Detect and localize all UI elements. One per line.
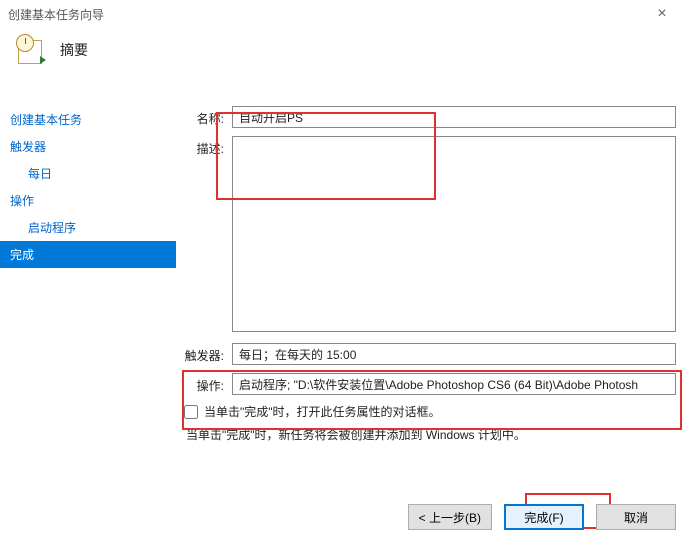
main-panel: 名称: 描述: 触发器: 操作: 当单击"完成"时，打开此任务属性的对话框。 当… <box>176 96 690 490</box>
back-button[interactable]: < 上一步(B) <box>408 504 492 530</box>
wizard-nav: 创建基本任务 触发器 每日 操作 启动程序 完成 <box>0 96 176 490</box>
desc-label: 描述: <box>184 136 232 157</box>
page-title: 摘要 <box>60 40 88 60</box>
titlebar: 创建基本任务向导 × <box>0 0 690 28</box>
desc-field[interactable] <box>232 136 676 332</box>
nav-daily[interactable]: 每日 <box>0 160 176 187</box>
footer: < 上一步(B) 完成(F) 取消 <box>0 490 690 544</box>
nav-start-program[interactable]: 启动程序 <box>0 214 176 241</box>
name-field[interactable] <box>232 106 676 128</box>
finish-note: 当单击"完成"时，新任务将会被创建并添加到 Windows 计划中。 <box>184 426 676 443</box>
task-icon <box>16 34 48 66</box>
trigger-label: 触发器: <box>184 343 232 364</box>
window-title: 创建基本任务向导 <box>8 6 104 23</box>
nav-create-task[interactable]: 创建基本任务 <box>0 106 176 133</box>
nav-action[interactable]: 操作 <box>0 187 176 214</box>
content-area: 创建基本任务 触发器 每日 操作 启动程序 完成 名称: 描述: 触发器: 操作… <box>0 96 690 490</box>
action-field[interactable] <box>232 373 676 395</box>
wizard-header: 摘要 <box>0 28 690 84</box>
action-label: 操作: <box>184 373 232 394</box>
open-properties-checkbox[interactable] <box>184 405 198 419</box>
nav-finish[interactable]: 完成 <box>0 241 176 268</box>
finish-button[interactable]: 完成(F) <box>504 504 584 530</box>
name-label: 名称: <box>184 106 232 127</box>
open-properties-label: 当单击"完成"时，打开此任务属性的对话框。 <box>204 403 441 420</box>
nav-trigger[interactable]: 触发器 <box>0 133 176 160</box>
close-icon[interactable]: × <box>642 5 682 23</box>
cancel-button[interactable]: 取消 <box>596 504 676 530</box>
trigger-field[interactable] <box>232 343 676 365</box>
